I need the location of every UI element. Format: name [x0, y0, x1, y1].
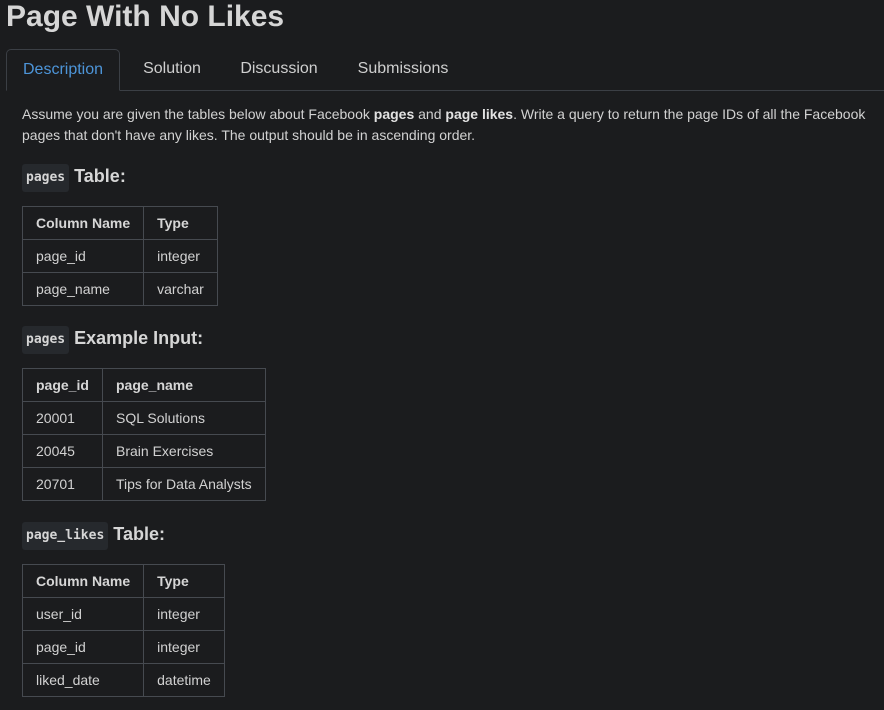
table-row: liked_date datetime	[21, 663, 226, 697]
tab-bar: Description Solution Discussion Submissi…	[6, 49, 884, 91]
table-row: page_id integer	[21, 630, 226, 664]
page-likes-table-heading: page_likes Table:	[22, 522, 165, 550]
table-row: page_id integer	[21, 239, 219, 273]
section-title-text: Table:	[74, 166, 126, 186]
table-name-code: pages	[22, 164, 70, 192]
description-text: Assume you are given the tables below ab…	[22, 106, 374, 122]
table-cell: datetime	[143, 663, 226, 697]
page-title: Page With No Likes	[6, 0, 285, 33]
table-cell: Brain Exercises	[102, 434, 266, 468]
page-likes-schema-table: Column Name Type user_id integer page_id…	[21, 564, 226, 697]
table-row: 20045 Brain Exercises	[22, 434, 266, 468]
column-header: Column Name	[21, 206, 145, 240]
column-header: page_name	[102, 368, 266, 402]
table-cell: liked_date	[21, 663, 145, 697]
table-header-row: Column Name Type	[21, 206, 219, 240]
tab-discussion[interactable]: Discussion	[224, 49, 334, 91]
description-bold-page-likes: page likes	[445, 106, 514, 122]
column-header: Type	[143, 564, 226, 598]
table-cell: 20045	[22, 434, 103, 468]
table-cell: varchar	[143, 272, 219, 306]
table-cell: integer	[143, 597, 226, 631]
table-cell: page_id	[21, 239, 145, 273]
tab-solution[interactable]: Solution	[128, 49, 216, 91]
column-header: Type	[143, 206, 219, 240]
description-bold-pages: pages	[373, 106, 415, 122]
table-row: 20701 Tips for Data Analysts	[22, 467, 266, 501]
table-cell: user_id	[21, 597, 145, 631]
table-cell: SQL Solutions	[102, 401, 266, 435]
table-cell: 20001	[22, 401, 103, 435]
table-name-code: pages	[22, 326, 70, 354]
table-cell: integer	[143, 630, 226, 664]
table-name-code: page_likes	[22, 522, 109, 550]
table-row: 20001 SQL Solutions	[22, 401, 266, 435]
table-cell: 20701	[22, 467, 103, 501]
table-header-row: Column Name Type	[21, 564, 226, 598]
table-cell: page_id	[21, 630, 145, 664]
tab-description[interactable]: Description	[6, 49, 120, 91]
section-title-text: Table:	[113, 524, 165, 544]
table-row: page_name varchar	[21, 272, 219, 306]
problem-description: Assume you are given the tables below ab…	[22, 104, 878, 146]
table-cell: page_name	[21, 272, 145, 306]
table-cell: integer	[143, 239, 219, 273]
section-title-text: Example Input:	[74, 328, 204, 348]
pages-example-heading: pages Example Input:	[22, 326, 203, 354]
table-header-row: page_id page_name	[22, 368, 266, 402]
tab-submissions[interactable]: Submissions	[342, 49, 464, 91]
description-text: and	[414, 106, 446, 122]
table-cell: Tips for Data Analysts	[102, 467, 266, 501]
pages-example-table: page_id page_name 20001 SQL Solutions 20…	[22, 368, 266, 501]
column-header: Column Name	[21, 564, 145, 598]
pages-schema-table: Column Name Type page_id integer page_na…	[21, 206, 219, 306]
table-row: user_id integer	[21, 597, 226, 631]
pages-table-heading: pages Table:	[22, 164, 126, 192]
column-header: page_id	[22, 368, 103, 402]
